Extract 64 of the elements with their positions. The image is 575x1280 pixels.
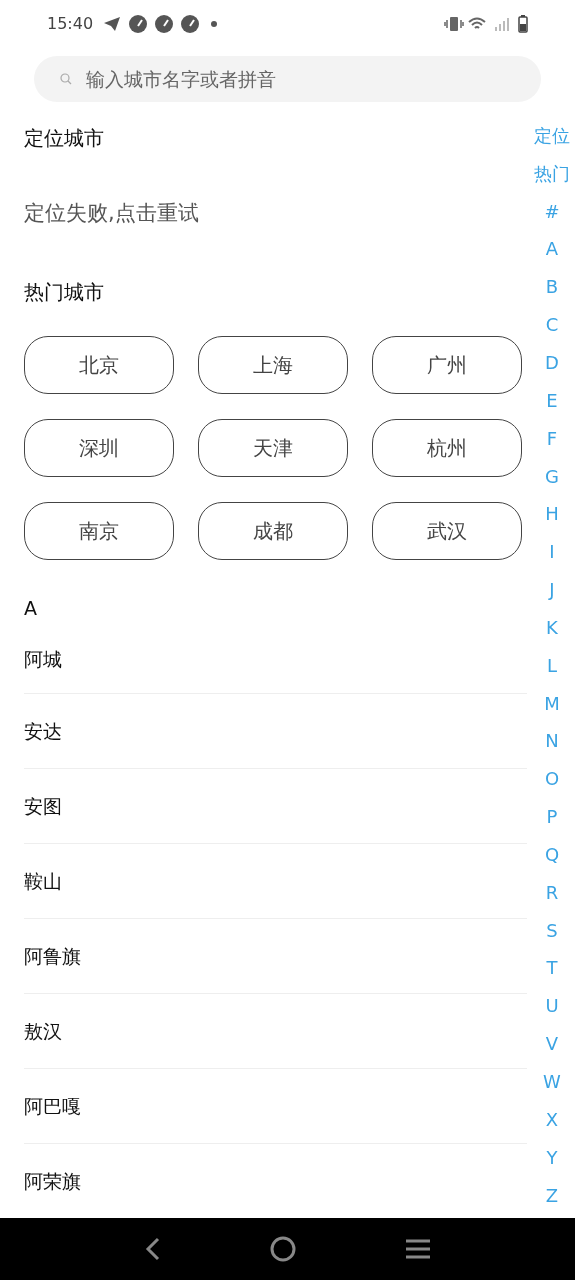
index-letter[interactable]: A bbox=[545, 238, 559, 261]
index-letter[interactable]: C bbox=[545, 314, 559, 337]
city-item[interactable]: 阿鲁旗 bbox=[24, 941, 81, 971]
city-item[interactable]: 鞍山 bbox=[24, 866, 62, 896]
index-letter[interactable]: T bbox=[546, 957, 558, 980]
index-letter[interactable]: O bbox=[544, 768, 560, 791]
city-item[interactable]: 阿城 bbox=[24, 645, 62, 674]
letter-header: A bbox=[24, 596, 37, 620]
city-button[interactable]: 深圳 bbox=[24, 419, 174, 477]
search-field[interactable]: 输入城市名字或者拼音 bbox=[34, 56, 541, 102]
section-title: 定位城市 bbox=[24, 125, 104, 152]
index-letter[interactable]: Q bbox=[544, 843, 560, 866]
signal-icon bbox=[494, 16, 510, 32]
index-letter[interactable]: Z bbox=[545, 1184, 559, 1207]
status-time: 15:40 bbox=[47, 13, 94, 35]
gauge-icon bbox=[155, 15, 174, 33]
city-button[interactable]: 广州 bbox=[372, 336, 522, 394]
index-letter[interactable]: E bbox=[546, 389, 558, 412]
city-button[interactable]: 北京 bbox=[24, 336, 174, 394]
index-letter[interactable]: K bbox=[546, 616, 558, 639]
index-letter[interactable]: 定位 bbox=[534, 124, 570, 147]
menu-icon[interactable] bbox=[404, 1238, 431, 1260]
index-letter[interactable]: Y bbox=[546, 1146, 558, 1169]
city-button[interactable]: 上海 bbox=[198, 336, 348, 394]
battery-icon bbox=[518, 15, 528, 33]
city-item[interactable]: 阿荣旗 bbox=[24, 1167, 81, 1196]
section-title: 热门城市 bbox=[24, 279, 104, 306]
telegram-icon bbox=[103, 16, 122, 32]
index-letter[interactable]: # bbox=[544, 200, 560, 223]
city-button[interactable]: 武汉 bbox=[372, 502, 522, 560]
city-button[interactable]: 南京 bbox=[24, 502, 174, 560]
search-icon bbox=[60, 73, 72, 85]
back-icon[interactable] bbox=[144, 1237, 161, 1261]
index-letter[interactable]: L bbox=[547, 654, 557, 677]
index-letter[interactable]: W bbox=[543, 1071, 561, 1093]
city-button[interactable]: 杭州 bbox=[372, 419, 522, 477]
index-letter[interactable]: F bbox=[546, 427, 558, 450]
index-letter[interactable]: S bbox=[546, 919, 558, 942]
city-item[interactable]: 阿巴嘎 bbox=[24, 1091, 81, 1121]
location-retry-link[interactable]: 定位失败,点击重试 bbox=[24, 198, 199, 228]
index-letter[interactable]: X bbox=[545, 1108, 559, 1131]
gauge-icon bbox=[181, 15, 200, 33]
vibrate-icon bbox=[444, 16, 464, 32]
gauge-icon bbox=[129, 15, 148, 33]
index-letter[interactable]: V bbox=[545, 1033, 559, 1056]
index-letter[interactable]: H bbox=[545, 503, 559, 526]
index-letter[interactable]: P bbox=[546, 806, 558, 829]
home-icon[interactable] bbox=[269, 1236, 296, 1262]
city-button[interactable]: 天津 bbox=[198, 419, 348, 477]
index-letter[interactable]: N bbox=[545, 730, 559, 753]
index-letter[interactable]: R bbox=[545, 881, 559, 904]
index-letter[interactable]: U bbox=[545, 995, 559, 1018]
city-item[interactable]: 安图 bbox=[24, 791, 62, 821]
city-item[interactable]: 安达 bbox=[24, 716, 62, 746]
index-letter[interactable]: M bbox=[544, 692, 560, 715]
city-button[interactable]: 成都 bbox=[198, 502, 348, 560]
index-letter[interactable]: G bbox=[545, 465, 559, 488]
city-item[interactable]: 敖汉 bbox=[24, 1016, 62, 1046]
index-letter[interactable]: D bbox=[545, 352, 559, 374]
index-letter[interactable]: J bbox=[549, 579, 555, 602]
index-letter[interactable]: 热门 bbox=[534, 162, 570, 185]
index-letter[interactable]: I bbox=[549, 541, 555, 564]
index-letter[interactable]: B bbox=[545, 276, 559, 299]
dot-icon bbox=[211, 21, 218, 27]
